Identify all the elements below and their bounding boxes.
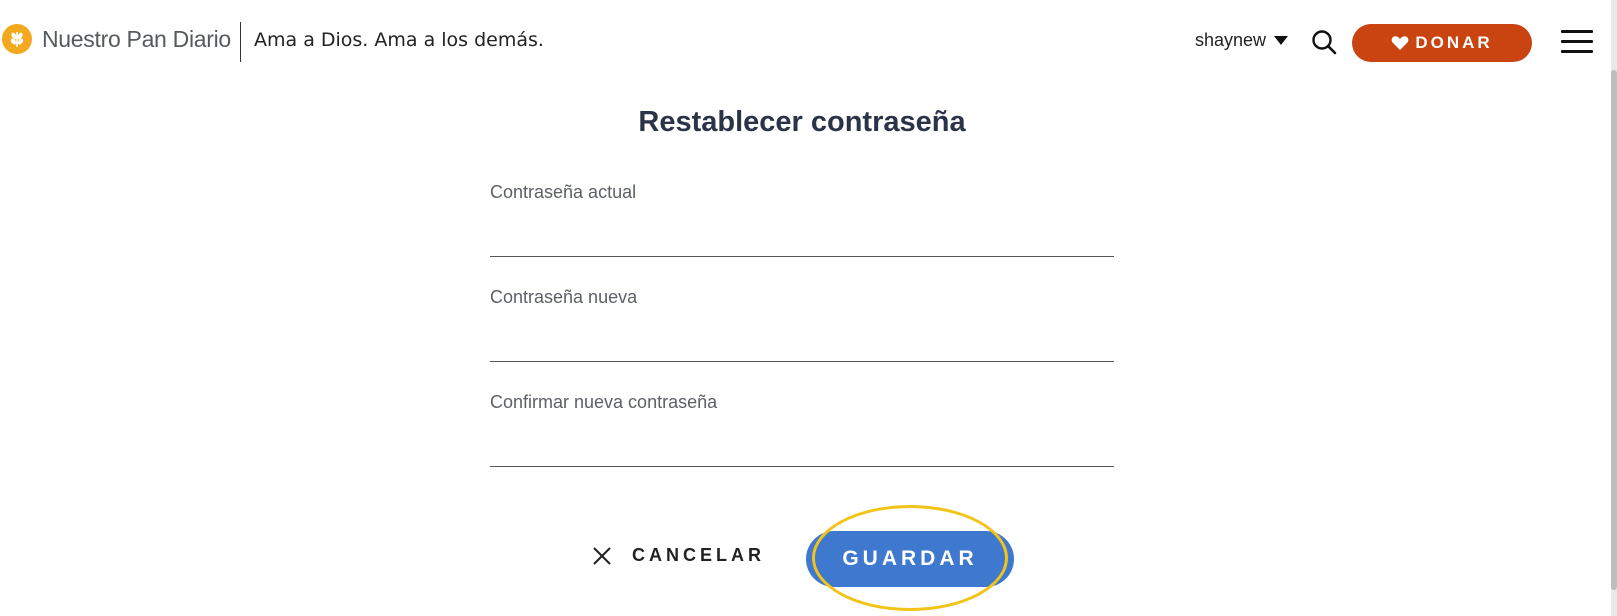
- brand-divider: [240, 22, 241, 62]
- wheat-logo-icon: [2, 24, 32, 54]
- confirm-password-input[interactable]: [490, 435, 1114, 467]
- new-password-label: Contraseña nueva: [490, 287, 638, 307]
- scrollbar-thumb[interactable]: [1611, 70, 1617, 590]
- user-menu-dropdown[interactable]: shaynew: [1195, 30, 1289, 51]
- cancel-label: CANCELAR: [632, 545, 765, 565]
- new-password-field: Contraseña nueva: [490, 287, 1114, 362]
- current-password-label: Contraseña actual: [490, 182, 637, 202]
- caret-down-icon: [1274, 36, 1289, 45]
- save-label: GUARDAR: [842, 547, 978, 570]
- username-label: shaynew: [1195, 30, 1267, 50]
- page-title: Restablecer contraseña: [638, 106, 966, 138]
- confirm-password-field: Confirmar nueva contraseña: [490, 392, 1114, 467]
- hamburger-menu-icon[interactable]: [1561, 30, 1593, 54]
- donate-label: DONAR: [1415, 33, 1493, 52]
- tagline: Ama a Dios. Ama a los demás.: [254, 29, 544, 51]
- save-button[interactable]: GUARDAR: [806, 531, 1014, 587]
- brand-name: Nuestro Pan Diario: [42, 25, 231, 52]
- site-header: Nuestro Pan Diario Ama a Dios. Ama a los…: [0, 0, 1617, 86]
- donate-button[interactable]: DONAR: [1352, 24, 1532, 62]
- search-icon: [1312, 30, 1337, 55]
- close-icon: [593, 546, 611, 565]
- current-password-field: Contraseña actual: [490, 182, 1114, 257]
- current-password-input[interactable]: [490, 225, 1114, 257]
- search-button[interactable]: [1310, 28, 1338, 56]
- heart-icon: [1391, 36, 1409, 50]
- page-scrollbar[interactable]: [1611, 0, 1617, 616]
- cancel-button[interactable]: CANCELAR: [592, 545, 765, 566]
- confirm-password-label: Confirmar nueva contraseña: [490, 392, 718, 412]
- brand-logo-link[interactable]: Nuestro Pan Diario: [2, 24, 231, 54]
- new-password-input[interactable]: [490, 330, 1114, 362]
